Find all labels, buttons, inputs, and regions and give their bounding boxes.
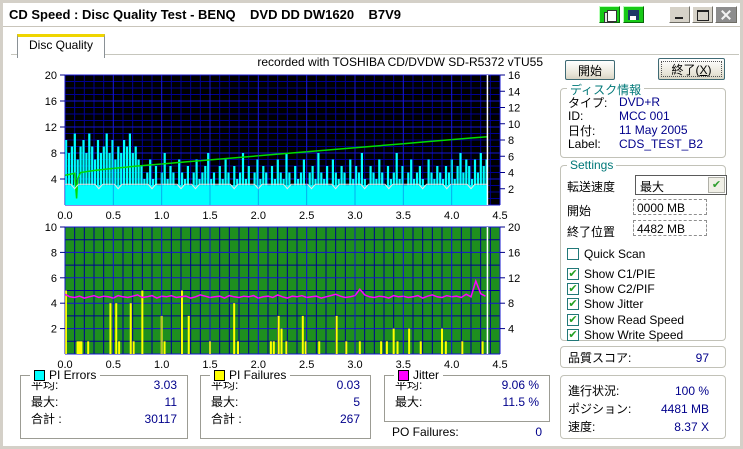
close-button[interactable] — [715, 6, 737, 23]
jitter-legend-box: Jitter 平均: 9.06 % 最大: 11.5 % — [384, 368, 550, 422]
checkbox-show-c1-pie[interactable]: ✔ Show C1/PIE — [567, 267, 655, 281]
svg-text:4.5: 4.5 — [492, 359, 507, 371]
speed-label: 転送速度 — [567, 180, 616, 194]
quality-score-value: 97 — [695, 350, 709, 365]
pi-errors-legend-title: PI Errors — [30, 368, 101, 382]
jitter-color-swatch — [398, 369, 409, 381]
svg-text:14: 14 — [508, 86, 520, 98]
pif-max-row: 最大: 5 — [211, 394, 360, 410]
pi-failures-legend-box: PI Failures 平均: 0.03 最大: 5 合計 :267 — [200, 368, 371, 439]
title-bar[interactable]: CD Speed : Disc Quality Test - BENQ DVD … — [3, 3, 740, 27]
quality-score-row: 品質スコア: 97 — [568, 350, 709, 366]
tab-label: Disc Quality — [28, 38, 93, 52]
disc-label-row: Label: CDS_TEST_B2 — [568, 137, 704, 151]
recorded-with-note: recorded with TOSHIBA CD/DVDW SD-R5372 v… — [257, 55, 543, 69]
svg-text:12: 12 — [508, 273, 520, 285]
progress-group: 進行状況: 100 % ポジション: 4481 MB 速度: 8.37 X — [560, 375, 726, 439]
checkbox-show-c2-pif[interactable]: ✔ Show C2/PIF — [567, 282, 655, 296]
pi-errors-chart: 481216202468101214160.0 0.5 1.0 1.5 2.0 2.5 3.… — [45, 70, 521, 222]
position-row: ポジション: 4481 MB — [568, 401, 709, 417]
maximize-icon — [697, 10, 709, 21]
start-mb-label: 開始 — [567, 204, 592, 218]
pi-errors-color-swatch — [34, 369, 45, 381]
disc-type-row: タイプ: DVD+R — [568, 95, 661, 110]
svg-text:4: 4 — [508, 168, 514, 180]
save-button[interactable] — [623, 6, 644, 23]
checkbox-quick-scan[interactable]: Quick Scan — [567, 247, 645, 261]
settings-group: Settings 転送速度 最大 ✔ 開始 0000 MB 終了位置 4482 … — [560, 158, 727, 342]
svg-text:0.5: 0.5 — [106, 359, 121, 371]
quality-score-label: 品質スコア: — [568, 351, 632, 365]
settings-title: Settings — [567, 158, 617, 172]
show-read-speed-checkbox[interactable]: ✔ — [567, 314, 579, 326]
show-c2-pif-checkbox[interactable]: ✔ — [567, 283, 579, 295]
svg-text:16: 16 — [508, 70, 520, 82]
show-write-speed-checkbox[interactable]: ✔ — [567, 329, 579, 341]
svg-text:20: 20 — [508, 222, 520, 234]
disc-date-row: 日付: 11 May 2005 — [568, 123, 688, 138]
checkbox-show-jitter[interactable]: ✔ Show Jitter — [567, 297, 643, 311]
dropdown-arrow-icon[interactable]: ✔ — [708, 177, 725, 193]
disc-info-group: ディスク情報 タイプ: DVD+R ID: MCC 001 日付: 11 May 20… — [560, 81, 726, 158]
pie-max-row: 最大: 11 — [31, 394, 177, 410]
start-button[interactable]: 開始 — [565, 60, 615, 80]
svg-text:10: 10 — [45, 222, 57, 234]
svg-text:4.0: 4.0 — [444, 359, 459, 371]
focus-ring — [661, 61, 722, 77]
end-mb-field[interactable]: 4482 MB — [633, 220, 707, 236]
svg-text:8: 8 — [508, 298, 514, 310]
po-failures-row: PO Failures: 0 — [392, 425, 542, 439]
svg-text:10: 10 — [508, 119, 520, 131]
svg-text:12: 12 — [508, 103, 520, 115]
progress-row: 進行状況: 100 % — [568, 383, 709, 399]
svg-text:12: 12 — [45, 122, 57, 134]
svg-text:4: 4 — [51, 298, 57, 310]
minimize-button[interactable] — [669, 6, 690, 23]
svg-text:8: 8 — [508, 135, 514, 147]
checkbox-show-read-speed[interactable]: ✔ Show Read Speed — [567, 313, 684, 327]
jitter-legend-title: Jitter — [394, 368, 444, 382]
show-c1-pie-checkbox[interactable]: ✔ — [567, 268, 579, 280]
copy-to-clipboard-button[interactable] — [599, 6, 620, 23]
svg-text:2: 2 — [51, 324, 57, 336]
svg-text:6: 6 — [51, 273, 57, 285]
quick-scan-checkbox[interactable] — [567, 248, 579, 260]
show-jitter-checkbox[interactable]: ✔ — [567, 298, 579, 310]
svg-text:3.0: 3.0 — [347, 359, 362, 371]
svg-text:16: 16 — [508, 247, 520, 259]
svg-text:1.0: 1.0 — [154, 359, 169, 371]
pie-total-row: 合計 :30117 — [31, 411, 177, 427]
svg-text:4: 4 — [508, 324, 514, 336]
checkbox-show-write-speed[interactable]: ✔ Show Write Speed — [567, 328, 683, 342]
start-mb-field[interactable]: 0000 MB — [633, 199, 707, 215]
svg-text:6: 6 — [508, 151, 514, 163]
pi-errors-legend-box: PI Errors 平均: 3.03 最大: 11 合計 :30117 — [20, 368, 188, 439]
pif-total-row: 合計 :267 — [211, 411, 360, 427]
save-icon — [628, 10, 639, 20]
maximize-button[interactable] — [692, 6, 713, 23]
speed-row: 速度: 8.37 X — [568, 419, 709, 435]
app-window: CD Speed : Disc Quality Test - BENQ DVD … — [0, 0, 743, 449]
window-title: CD Speed : Disc Quality Test - BENQ DVD … — [9, 7, 402, 22]
pi-failures-jitter-chart: 246810481216200.0 0.5 1.0 1.5 2.0 2.5 3.0 3.5 4.… — [45, 222, 521, 371]
svg-text:8: 8 — [51, 247, 57, 259]
svg-text:8: 8 — [51, 148, 57, 160]
svg-text:2: 2 — [508, 184, 514, 196]
minimize-icon — [675, 17, 683, 19]
svg-text:2.5: 2.5 — [299, 359, 314, 371]
svg-text:20: 20 — [45, 70, 57, 82]
quality-score-group: 品質スコア: 97 — [560, 346, 726, 368]
speed-value: 最大 — [640, 180, 665, 194]
pi-failures-color-swatch — [214, 369, 225, 381]
pi-failures-legend-title: PI Failures — [210, 368, 291, 382]
stop-button[interactable]: 終了(X) — [658, 58, 725, 80]
speed-select[interactable]: 最大 ✔ — [635, 175, 727, 195]
svg-text:16: 16 — [45, 96, 57, 108]
jitter-max-row: 最大: 11.5 % — [395, 394, 539, 410]
end-mb-label: 終了位置 — [567, 225, 616, 239]
svg-text:4: 4 — [51, 174, 57, 186]
